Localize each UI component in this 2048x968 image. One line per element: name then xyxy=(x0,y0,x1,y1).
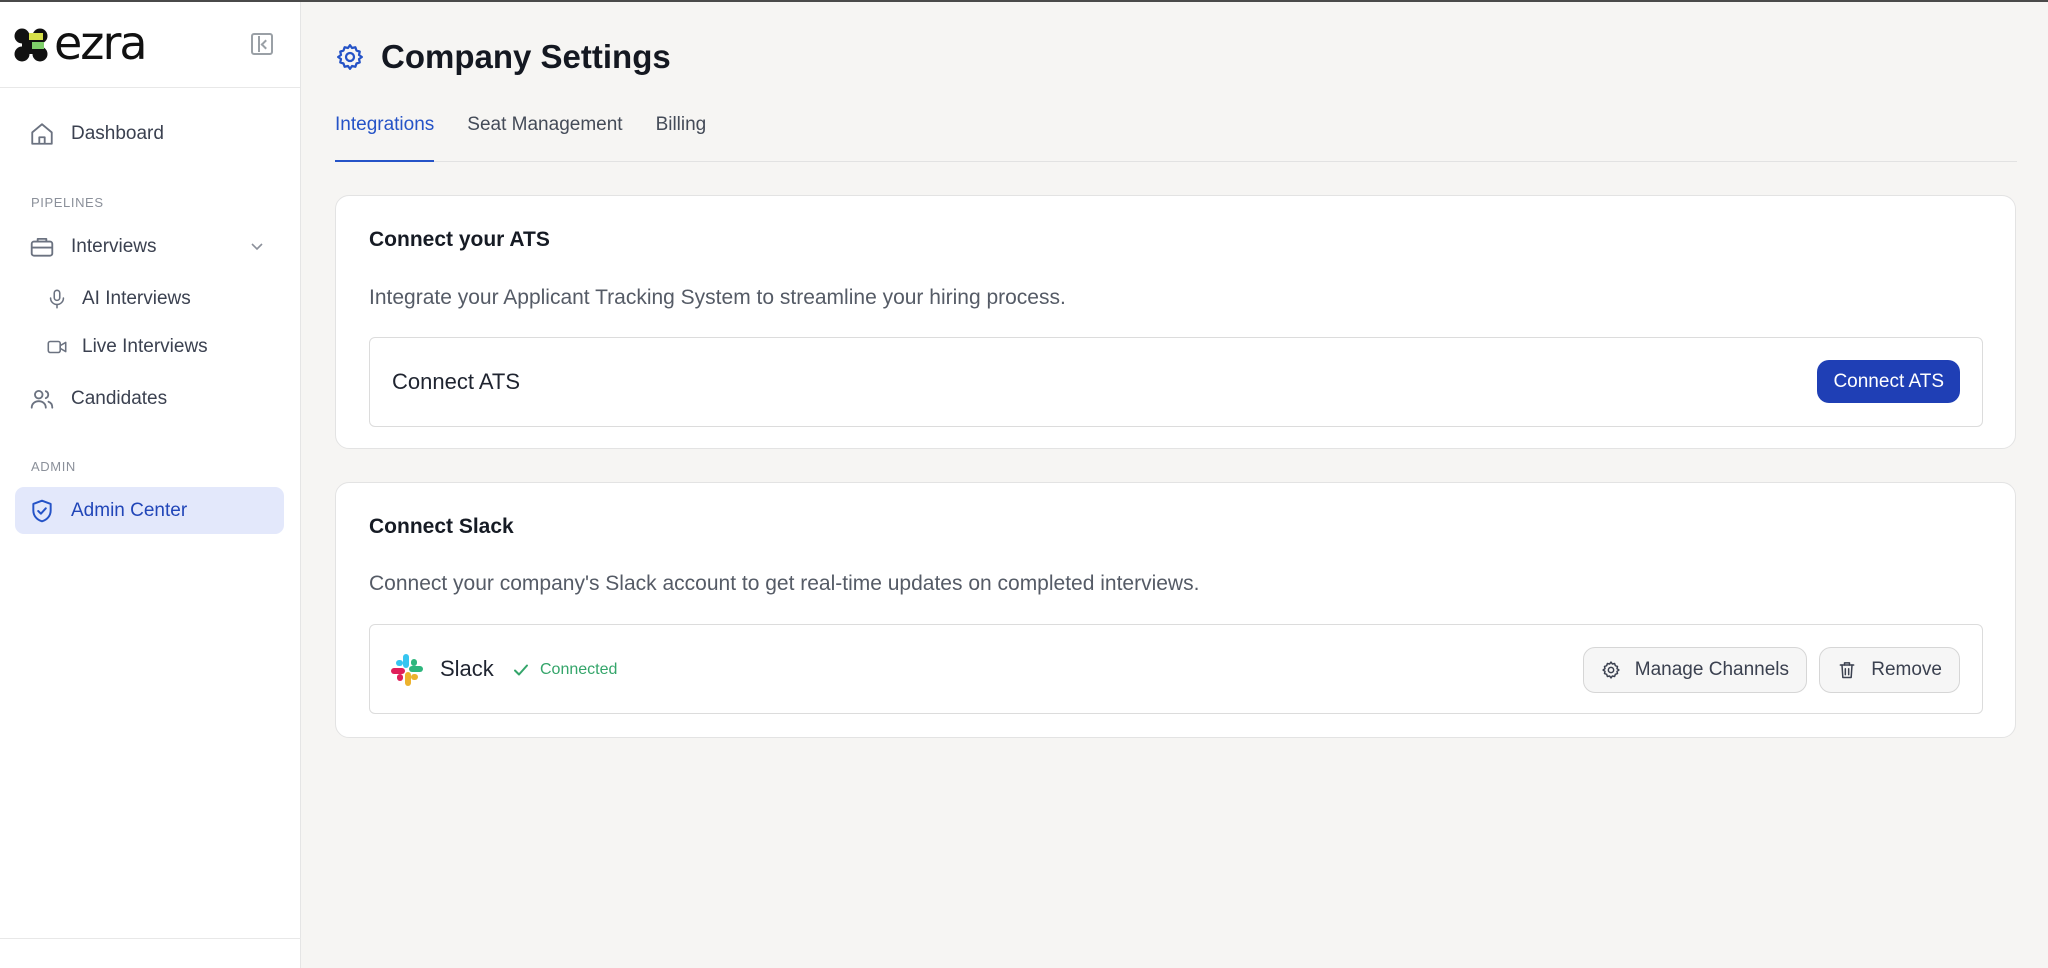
sidebar-item-candidates[interactable]: Candidates xyxy=(15,375,284,422)
status-badge: Connected xyxy=(512,661,617,679)
manage-channels-button[interactable]: Manage Channels xyxy=(1582,647,1807,693)
settings-tabs: Integrations Seat Management Billing xyxy=(335,102,2017,162)
chevron-down-icon[interactable] xyxy=(250,239,264,253)
card-description: Connect your company's Slack account to … xyxy=(369,572,1200,595)
sidebar-item-admin-center[interactable]: Admin Center xyxy=(15,487,284,534)
status-text: Connected xyxy=(540,661,618,678)
slack-row: Slack Connected Manage Channels Remove xyxy=(369,624,1983,714)
button-label: Manage Channels xyxy=(1634,659,1789,680)
ats-card: Connect your ATS Integrate your Applican… xyxy=(335,195,2016,449)
page-header: Company Settings xyxy=(335,38,671,76)
card-title: Connect Slack xyxy=(369,515,514,538)
brand-header: ezra xyxy=(0,2,300,88)
section-label-admin: ADMIN xyxy=(31,459,76,474)
logo-text: ezra xyxy=(54,16,148,70)
sidebar: ezra Dashboard PIPELINES Interviews AI I… xyxy=(0,2,301,968)
section-label-pipelines: PIPELINES xyxy=(31,195,104,210)
briefcase-icon xyxy=(30,237,54,257)
tab-seat-management[interactable]: Seat Management xyxy=(467,102,622,162)
slack-logo-icon xyxy=(391,654,423,686)
microphone-icon xyxy=(49,289,65,308)
shield-check-icon xyxy=(32,499,52,522)
connect-ats-button[interactable]: Connect ATS xyxy=(1817,360,1960,403)
button-label: Remove xyxy=(1871,659,1942,680)
gear-icon xyxy=(337,44,363,70)
sidebar-item-ai-interviews[interactable]: AI Interviews xyxy=(15,275,284,322)
sidebar-item-label: Dashboard xyxy=(71,122,164,144)
remove-button[interactable]: Remove xyxy=(1819,647,1960,693)
sidebar-item-label: Live Interviews xyxy=(82,335,208,357)
tab-integrations[interactable]: Integrations xyxy=(335,102,435,162)
card-description: Integrate your Applicant Tracking System… xyxy=(369,286,1066,309)
trash-icon xyxy=(1839,662,1855,679)
sidebar-item-label: Admin Center xyxy=(71,499,188,521)
card-title: Connect your ATS xyxy=(369,228,550,251)
gear-icon xyxy=(1602,661,1620,679)
ats-row-label: Connect ATS xyxy=(392,369,520,394)
sidebar-footer xyxy=(0,938,301,968)
check-icon xyxy=(514,664,528,676)
sidebar-item-dashboard[interactable]: Dashboard xyxy=(15,110,284,157)
users-icon xyxy=(30,389,54,409)
sidebar-item-label: AI Interviews xyxy=(82,287,191,309)
ats-row: Connect ATS Connect ATS xyxy=(369,337,1983,427)
sidebar-item-label: Candidates xyxy=(71,387,168,409)
main-content: Company Settings Integrations Seat Manag… xyxy=(301,2,2048,968)
video-icon xyxy=(47,340,67,353)
sidebar-item-live-interviews[interactable]: Live Interviews xyxy=(15,323,284,370)
tab-billing[interactable]: Billing xyxy=(656,102,707,162)
sidebar-item-interviews[interactable]: Interviews xyxy=(15,223,284,270)
sidebar-item-label: Interviews xyxy=(71,235,157,257)
slack-service-name: Slack xyxy=(440,656,494,681)
collapse-sidebar-icon[interactable] xyxy=(251,33,273,55)
slack-card: Connect Slack Connect your company's Sla… xyxy=(335,482,2016,738)
home-icon xyxy=(31,122,53,145)
page-title: Company Settings xyxy=(381,38,671,75)
logo-icon xyxy=(14,28,48,62)
